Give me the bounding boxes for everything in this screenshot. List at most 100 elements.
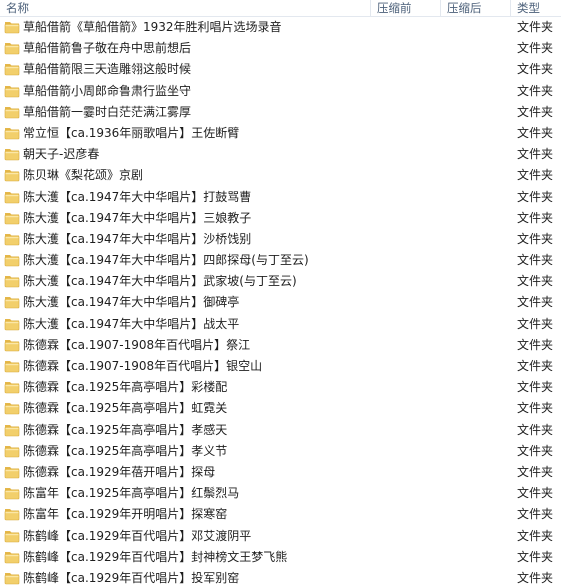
list-item[interactable]: 常立恒【ca.1936年丽歌唱片】王佐断臂 文件夹 [0, 123, 561, 144]
folder-icon [4, 486, 20, 500]
file-type: 文件夹 [517, 380, 554, 395]
file-name: 常立恒【ca.1936年丽歌唱片】王佐断臂 [23, 125, 240, 140]
list-item[interactable]: 陈德霖【ca.1925年高亭唱片】虹霓关 文件夹 [0, 398, 561, 419]
file-name: 陈德霖【ca.1925年高亭唱片】彩楼配 [23, 380, 228, 395]
list-item[interactable]: 草船借箭一霎时白茫茫满江雾厚 文件夹 [0, 102, 561, 123]
list-item[interactable]: 陈大濩【ca.1947年大中华唱片】武家坡(与丁至云) 文件夹 [0, 271, 561, 292]
folder-icon [4, 507, 20, 521]
folder-icon [4, 253, 20, 267]
list-item[interactable]: 陈大濩【ca.1947年大中华唱片】三娘教子 文件夹 [0, 208, 561, 229]
folder-icon [4, 465, 20, 479]
list-item[interactable]: 陈富年【ca.1929年开明唱片】探寒窑 文件夹 [0, 504, 561, 525]
list-item[interactable]: 陈大濩【ca.1947年大中华唱片】打鼓骂曹 文件夹 [0, 187, 561, 208]
folder-icon [4, 317, 20, 331]
file-name: 陈鹤峰【ca.1929年百代唱片】邓艾渡阴平 [23, 528, 252, 543]
file-list: 名称 压缩前 压缩后 类型 草船借箭《草船借箭》1932年胜利唱片选场录音 文件夹… [0, 0, 561, 587]
folder-icon [4, 168, 20, 182]
file-rows: 草船借箭《草船借箭》1932年胜利唱片选场录音 文件夹 草船借箭鲁子敬在舟中思前想后… [0, 17, 561, 587]
file-type: 文件夹 [517, 422, 554, 437]
file-type: 文件夹 [517, 295, 554, 310]
file-type: 文件夹 [517, 549, 554, 564]
list-item[interactable]: 草船借箭小周郎命鲁肃行监坐守 文件夹 [0, 81, 561, 102]
folder-icon [4, 105, 20, 119]
file-name: 陈富年【ca.1929年开明唱片】探寒窑 [23, 507, 228, 522]
column-header-type[interactable]: 类型 [510, 0, 561, 16]
file-type: 文件夹 [517, 231, 554, 246]
file-name: 陈德霖【ca.1907-1908年百代唱片】银空山 [23, 359, 263, 373]
list-item[interactable]: 草船借箭《草船借箭》1932年胜利唱片选场录音 文件夹 [0, 17, 561, 38]
list-item[interactable]: 朝天子-迟彦春 文件夹 [0, 144, 561, 165]
file-name: 陈大濩【ca.1947年大中华唱片】三娘教子 [23, 210, 252, 225]
list-item[interactable]: 陈德霖【ca.1907-1908年百代唱片】祭江 文件夹 [0, 335, 561, 356]
list-item[interactable]: 草船借箭限三天造雕翎这般时候 文件夹 [0, 59, 561, 80]
file-name: 草船借箭限三天造雕翎这般时候 [23, 62, 192, 77]
folder-icon [4, 147, 20, 161]
folder-icon [4, 359, 20, 373]
file-type: 文件夹 [517, 359, 554, 373]
list-item[interactable]: 陈德霖【ca.1925年高亭唱片】孝义节 文件夹 [0, 441, 561, 462]
folder-icon [4, 338, 20, 352]
file-type: 文件夹 [517, 147, 554, 162]
list-item[interactable]: 陈德霖【ca.1925年高亭唱片】孝感天 文件夹 [0, 420, 561, 441]
file-type: 文件夹 [517, 316, 554, 331]
file-type: 文件夹 [517, 189, 554, 204]
folder-icon [4, 211, 20, 225]
folder-icon [4, 571, 20, 585]
list-item[interactable]: 陈鹤峰【ca.1929年百代唱片】投军别窑 文件夹 [0, 568, 561, 587]
list-item[interactable]: 陈大濩【ca.1947年大中华唱片】御碑亭 文件夹 [0, 292, 561, 313]
folder-icon [4, 232, 20, 246]
list-item[interactable]: 陈德霖【ca.1929年蓓开唱片】探母 文件夹 [0, 462, 561, 483]
folder-icon [4, 274, 20, 288]
file-name: 陈鹤峰【ca.1929年百代唱片】封神榜文王梦飞熊 [23, 549, 288, 564]
file-name: 陈大濩【ca.1947年大中华唱片】武家坡(与丁至云) [23, 274, 297, 289]
list-item[interactable]: 陈贝琳《梨花颂》京剧 文件夹 [0, 165, 561, 186]
folder-icon [4, 62, 20, 76]
file-name: 草船借箭一霎时白茫茫满江雾厚 [23, 104, 192, 119]
file-type: 文件夹 [517, 83, 554, 98]
column-header-compression-after[interactable]: 压缩后 [440, 0, 510, 16]
list-item[interactable]: 陈德霖【ca.1925年高亭唱片】彩楼配 文件夹 [0, 377, 561, 398]
file-name: 陈大濩【ca.1947年大中华唱片】沙桥饯别 [23, 231, 252, 246]
folder-icon [4, 423, 20, 437]
file-type: 文件夹 [517, 41, 554, 56]
file-type: 文件夹 [517, 253, 554, 268]
file-type: 文件夹 [517, 464, 554, 479]
list-item[interactable]: 陈富年【ca.1925年高亭唱片】红鬃烈马 文件夹 [0, 483, 561, 504]
file-type: 文件夹 [517, 104, 554, 119]
list-item[interactable]: 陈鹤峰【ca.1929年百代唱片】邓艾渡阴平 文件夹 [0, 526, 561, 547]
column-header-name[interactable]: 名称 [0, 0, 370, 16]
folder-icon [4, 444, 20, 458]
file-name: 陈大濩【ca.1947年大中华唱片】打鼓骂曹 [23, 189, 252, 204]
list-item[interactable]: 陈德霖【ca.1907-1908年百代唱片】银空山 文件夹 [0, 356, 561, 377]
file-type: 文件夹 [517, 401, 554, 416]
list-item[interactable]: 陈大濩【ca.1947年大中华唱片】战太平 文件夹 [0, 314, 561, 335]
file-type: 文件夹 [517, 210, 554, 225]
file-name: 陈大濩【ca.1947年大中华唱片】四郎探母(与丁至云) [23, 253, 309, 268]
column-header-compression-before[interactable]: 压缩前 [370, 0, 440, 16]
folder-icon [4, 190, 20, 204]
list-item[interactable]: 陈鹤峰【ca.1929年百代唱片】封神榜文王梦飞熊 文件夹 [0, 547, 561, 568]
file-name: 朝天子-迟彦春 [23, 147, 100, 162]
list-item[interactable]: 陈大濩【ca.1947年大中华唱片】沙桥饯别 文件夹 [0, 229, 561, 250]
folder-icon [4, 550, 20, 564]
file-name: 草船借箭鲁子敬在舟中思前想后 [23, 41, 192, 56]
file-type: 文件夹 [517, 337, 554, 352]
list-item[interactable]: 陈大濩【ca.1947年大中华唱片】四郎探母(与丁至云) 文件夹 [0, 250, 561, 271]
file-type: 文件夹 [517, 443, 554, 458]
file-type: 文件夹 [517, 125, 554, 140]
file-type: 文件夹 [517, 168, 554, 183]
folder-icon [4, 380, 20, 394]
folder-icon [4, 20, 20, 34]
file-name: 陈德霖【ca.1925年高亭唱片】孝感天 [23, 422, 228, 437]
file-type: 文件夹 [517, 274, 554, 289]
file-name: 陈贝琳《梨花颂》京剧 [23, 168, 144, 183]
folder-icon [4, 401, 20, 415]
file-name: 陈大濩【ca.1947年大中华唱片】战太平 [23, 316, 240, 331]
file-name: 陈德霖【ca.1925年高亭唱片】孝义节 [23, 443, 228, 458]
file-type: 文件夹 [517, 507, 554, 522]
list-item[interactable]: 草船借箭鲁子敬在舟中思前想后 文件夹 [0, 38, 561, 59]
file-name: 草船借箭《草船借箭》1932年胜利唱片选场录音 [23, 20, 282, 34]
file-type: 文件夹 [517, 528, 554, 543]
file-name: 陈德霖【ca.1907-1908年百代唱片】祭江 [23, 337, 251, 352]
file-type: 文件夹 [517, 570, 554, 585]
